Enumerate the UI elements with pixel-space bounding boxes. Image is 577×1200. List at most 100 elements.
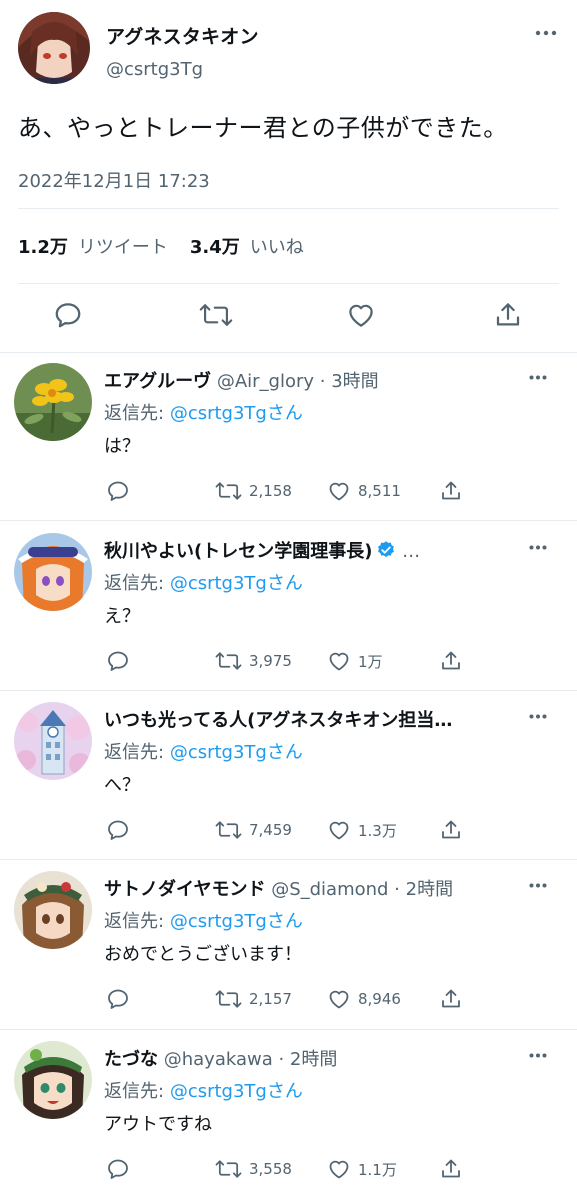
heart-icon xyxy=(327,987,351,1011)
retweet-count: 2,158 xyxy=(249,482,292,500)
retweet-icon[interactable] xyxy=(199,300,233,330)
reply-to-mention[interactable]: @csrtg3Tgさん xyxy=(170,911,303,932)
like-count: 1万 xyxy=(358,652,383,671)
reply-author-name[interactable]: エアグルーヴ xyxy=(104,371,211,392)
retweet-count: 3,558 xyxy=(249,1160,292,1178)
retweet-count: 2,157 xyxy=(249,990,292,1008)
reply-tweet[interactable]: 秋川やよい(トレセン学園理事長) … 返信先: @csrtg3Tgさん え？ 3… xyxy=(0,523,577,693)
reply-button[interactable] xyxy=(106,478,130,504)
reply-meta[interactable]: … xyxy=(396,541,420,562)
tweet-stats: 1.2万 リツイート 3.4万 いいね xyxy=(18,233,326,259)
retweet-button[interactable]: 3,975 xyxy=(215,648,292,674)
like-button[interactable]: 8,946 xyxy=(327,986,401,1012)
share-icon xyxy=(439,479,463,503)
divider xyxy=(0,520,577,521)
reply-meta[interactable]: @Air_glory · 3時間 xyxy=(211,371,379,392)
reply-icon xyxy=(106,987,130,1011)
author-name[interactable]: アグネスタキオン xyxy=(106,22,259,49)
reply-button[interactable] xyxy=(106,648,130,674)
retweet-icon xyxy=(215,649,242,673)
reply-icon xyxy=(106,818,130,842)
heart-icon xyxy=(327,1157,351,1181)
retweet-icon xyxy=(215,818,242,842)
reply-to-mention[interactable]: @csrtg3Tgさん xyxy=(170,1081,303,1102)
more-icon[interactable] xyxy=(529,375,547,380)
reply-tweet[interactable]: サトノダイヤモンド @S_diamond · 2時間 返信先: @csrtg3T… xyxy=(0,861,577,1031)
heart-icon xyxy=(327,818,351,842)
reply-text: え？ xyxy=(104,606,140,627)
reply-author-name[interactable]: いつも光ってる人(アグネスタキオン担当… xyxy=(104,710,452,731)
reply-button[interactable] xyxy=(106,817,130,843)
reply-tweet[interactable]: たづな @hayakawa · 2時間 返信先: @csrtg3Tgさん アウト… xyxy=(0,1031,577,1200)
reply-to-mention[interactable]: @csrtg3Tgさん xyxy=(170,742,303,763)
reply-to-line: 返信先: @csrtg3Tgさん xyxy=(104,738,303,764)
share-button[interactable] xyxy=(439,648,463,674)
like-button[interactable]: 1.1万 xyxy=(327,1156,397,1182)
retweet-button[interactable]: 7,459 xyxy=(215,817,292,843)
reply-tweet[interactable]: いつも光ってる人(アグネスタキオン担当… 返信先: @csrtg3Tgさん へ？… xyxy=(0,692,577,862)
retweet-button[interactable]: 2,158 xyxy=(215,478,292,504)
share-button[interactable] xyxy=(439,1156,463,1182)
divider xyxy=(18,208,559,209)
reply-tweet[interactable]: エアグルーヴ @Air_glory · 3時間 返信先: @csrtg3Tgさん… xyxy=(0,353,577,523)
avatar[interactable] xyxy=(14,1041,92,1119)
divider xyxy=(0,1029,577,1030)
reply-icon[interactable] xyxy=(53,300,83,330)
like-count[interactable]: 3.4万 xyxy=(190,233,240,259)
reply-meta[interactable]: @hayakawa · 2時間 xyxy=(158,1049,338,1070)
like-button[interactable]: 1万 xyxy=(327,648,383,674)
heart-icon[interactable] xyxy=(346,300,376,330)
reply-author-name[interactable]: たづな xyxy=(104,1049,158,1070)
avatar[interactable] xyxy=(18,12,90,84)
reply-button[interactable] xyxy=(106,986,130,1012)
heart-icon xyxy=(327,649,351,673)
reply-to-mention[interactable]: @csrtg3Tgさん xyxy=(170,573,303,594)
main-tweet: アグネスタキオン @csrtg3Tg あ、やっとトレーナー君との子供ができた。 … xyxy=(0,0,577,352)
retweet-button[interactable]: 2,157 xyxy=(215,986,292,1012)
more-icon[interactable] xyxy=(529,545,547,550)
reply-icon xyxy=(106,649,130,673)
like-button[interactable]: 1.3万 xyxy=(327,817,397,843)
reply-author-name[interactable]: サトノダイヤモンド xyxy=(104,879,265,900)
avatar[interactable] xyxy=(14,363,92,441)
retweet-count: 3,975 xyxy=(249,652,292,670)
more-icon[interactable] xyxy=(529,883,547,888)
share-button[interactable] xyxy=(439,817,463,843)
more-icon[interactable] xyxy=(529,714,547,719)
more-icon[interactable] xyxy=(529,1053,547,1058)
share-icon xyxy=(439,818,463,842)
avatar[interactable] xyxy=(14,871,92,949)
reply-action-bar: 3,975 1万 xyxy=(0,648,577,674)
share-button[interactable] xyxy=(439,986,463,1012)
author-handle[interactable]: @csrtg3Tg xyxy=(106,59,203,80)
reply-meta[interactable]: @S_diamond · 2時間 xyxy=(265,879,453,900)
avatar[interactable] xyxy=(14,702,92,780)
reply-to-line: 返信先: @csrtg3Tgさん xyxy=(104,1077,303,1103)
reply-to-label: 返信先: xyxy=(104,742,165,763)
reply-action-bar: 2,157 8,946 xyxy=(0,986,577,1012)
reply-author-name[interactable]: 秋川やよい(トレセン学園理事長) xyxy=(104,541,372,562)
retweet-icon xyxy=(215,479,242,503)
avatar[interactable] xyxy=(14,533,92,611)
reply-header: サトノダイヤモンド @S_diamond · 2時間 xyxy=(104,875,517,901)
reply-to-mention[interactable]: @csrtg3Tgさん xyxy=(170,403,303,424)
reply-header: 秋川やよい(トレセン学園理事長) … xyxy=(104,537,517,563)
reply-icon xyxy=(106,1157,130,1181)
like-button[interactable]: 8,511 xyxy=(327,478,401,504)
reply-button[interactable] xyxy=(106,1156,130,1182)
share-icon xyxy=(439,987,463,1011)
retweet-button[interactable]: 3,558 xyxy=(215,1156,292,1182)
reply-action-bar: 7,459 1.3万 xyxy=(0,817,577,843)
retweet-icon xyxy=(215,1157,242,1181)
share-icon[interactable] xyxy=(493,300,523,330)
retweet-count[interactable]: 1.2万 xyxy=(18,233,68,259)
reply-to-label: 返信先: xyxy=(104,573,165,594)
share-button[interactable] xyxy=(439,478,463,504)
tweet-timestamp[interactable]: 2022年12月1日 17:23 xyxy=(18,167,210,193)
like-count: 8,511 xyxy=(358,482,401,500)
reply-icon xyxy=(106,479,130,503)
reply-header: たづな @hayakawa · 2時間 xyxy=(104,1045,517,1071)
retweet-label[interactable]: リツイート xyxy=(78,233,168,259)
like-label[interactable]: いいね xyxy=(250,233,304,259)
more-icon[interactable] xyxy=(535,30,557,36)
